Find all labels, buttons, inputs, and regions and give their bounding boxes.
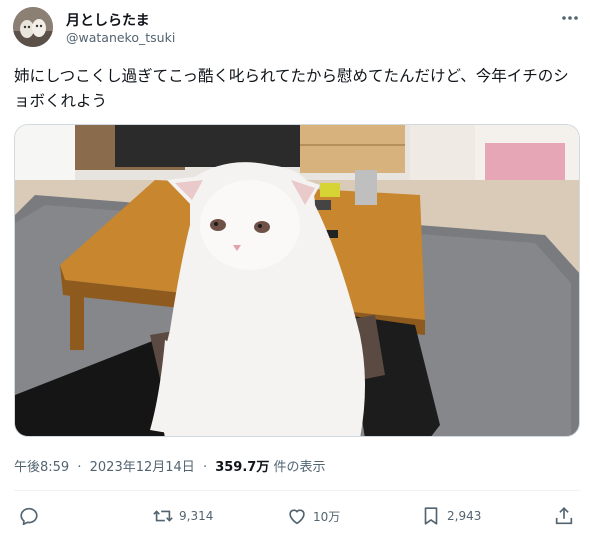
tweet-time[interactable]: 午後8:59 [14, 460, 69, 475]
bookmark-count: 2,943 [447, 509, 482, 523]
divider [14, 490, 580, 491]
more-dots-icon[interactable] [558, 8, 582, 28]
retweet-count: 9,314 [179, 509, 214, 523]
author-handle[interactable]: @wataneko_tsuki [66, 30, 175, 45]
like-count: 10万 [313, 509, 341, 524]
meta-separator: · [77, 460, 82, 475]
reply-bubble-icon [18, 505, 40, 527]
bookmark-button[interactable]: 2,943 [420, 503, 481, 529]
views-label: 件の表示 [269, 460, 326, 475]
tweet-date[interactable]: 2023年12月14日 [90, 460, 195, 475]
tweet-text: 姉にしつこくし過ぎてこっ酷く叱られてたから慰めてたんだけど、今年イチのショボくれ… [14, 67, 569, 110]
avatar[interactable] [13, 7, 53, 47]
share-button[interactable] [553, 503, 575, 529]
bookmark-icon [420, 505, 442, 527]
tweet-meta: 午後8:59 · 2023年12月14日 · 359.7万 件の表示 [14, 456, 325, 475]
reply-button[interactable] [18, 503, 45, 529]
retweet-button[interactable]: 9,314 [152, 503, 213, 529]
like-button[interactable]: 10万 [286, 503, 340, 529]
tweet-photo[interactable] [14, 124, 580, 437]
views-count[interactable]: 359.7万 [215, 460, 269, 475]
author-display-name[interactable]: 月としらたま [66, 10, 150, 30]
heart-icon [286, 505, 308, 527]
share-upload-icon [553, 505, 575, 527]
meta-separator: · [202, 460, 208, 475]
tweet-card: 月としらたま @wataneko_tsuki 姉にしつこくし過ぎてこっ酷く叱られ… [0, 0, 590, 535]
retweet-icon [152, 505, 174, 527]
